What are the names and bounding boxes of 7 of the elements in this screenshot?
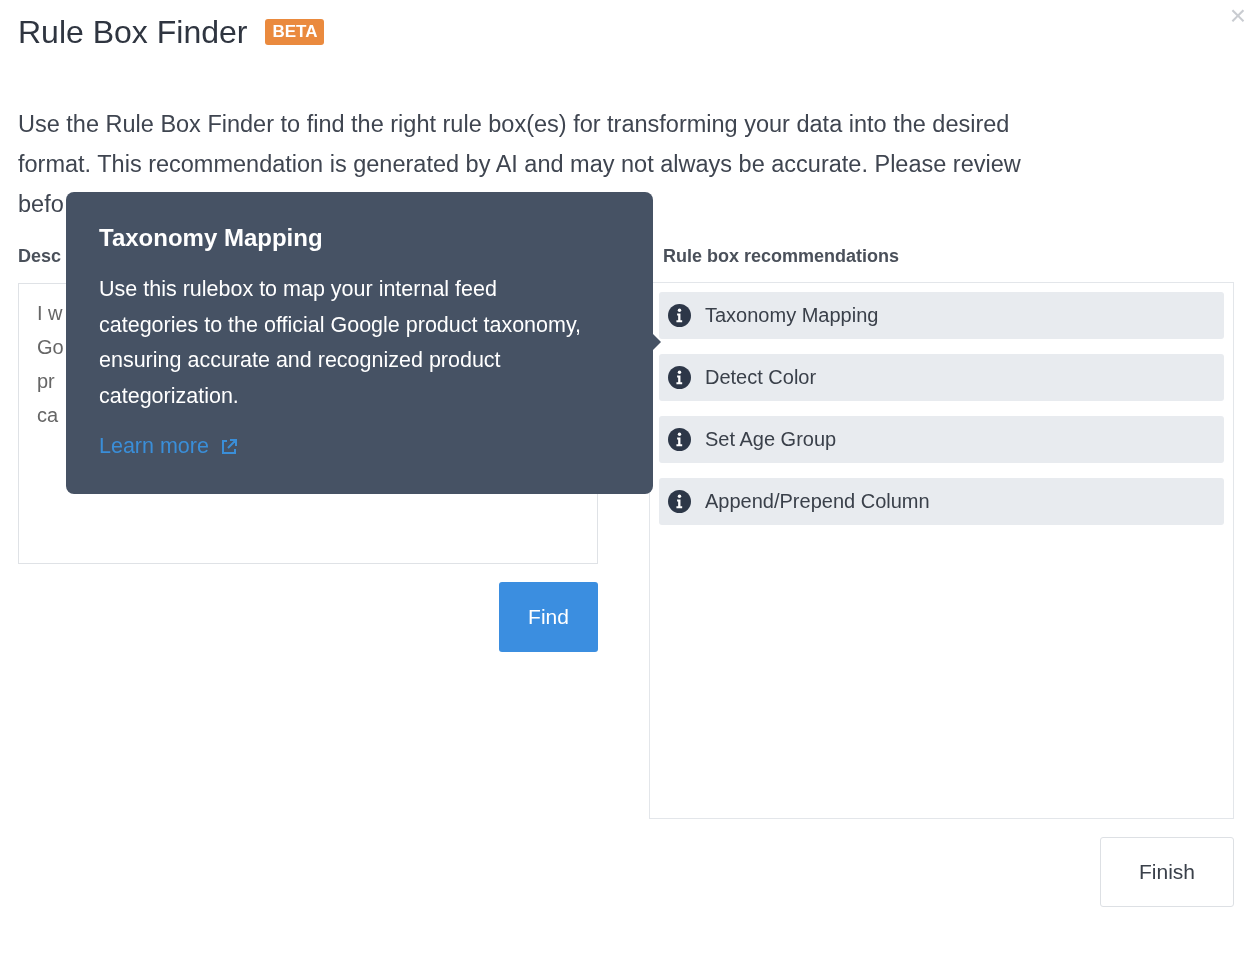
- tooltip-title: Taxonomy Mapping: [99, 224, 324, 252]
- dialog-title: Rule Box Finder: [18, 13, 248, 51]
- beta-badge: BETA: [265, 19, 325, 45]
- intro-text: Use the Rule Box Finder to find the right rule box(es) for transforming your data into the desired format. This recommendation is generated by AI and may not always be accurate. Please review befo: [18, 110, 1022, 219]
- tooltip-text: Use this rulebox to map your internal feed categories to the official Google product taxonomy, ensuring accurate and recognized product categorization.: [99, 276, 583, 410]
- recommendations-label: Rule box recommendations: [662, 246, 901, 268]
- goal-label: Desc: [18, 246, 63, 268]
